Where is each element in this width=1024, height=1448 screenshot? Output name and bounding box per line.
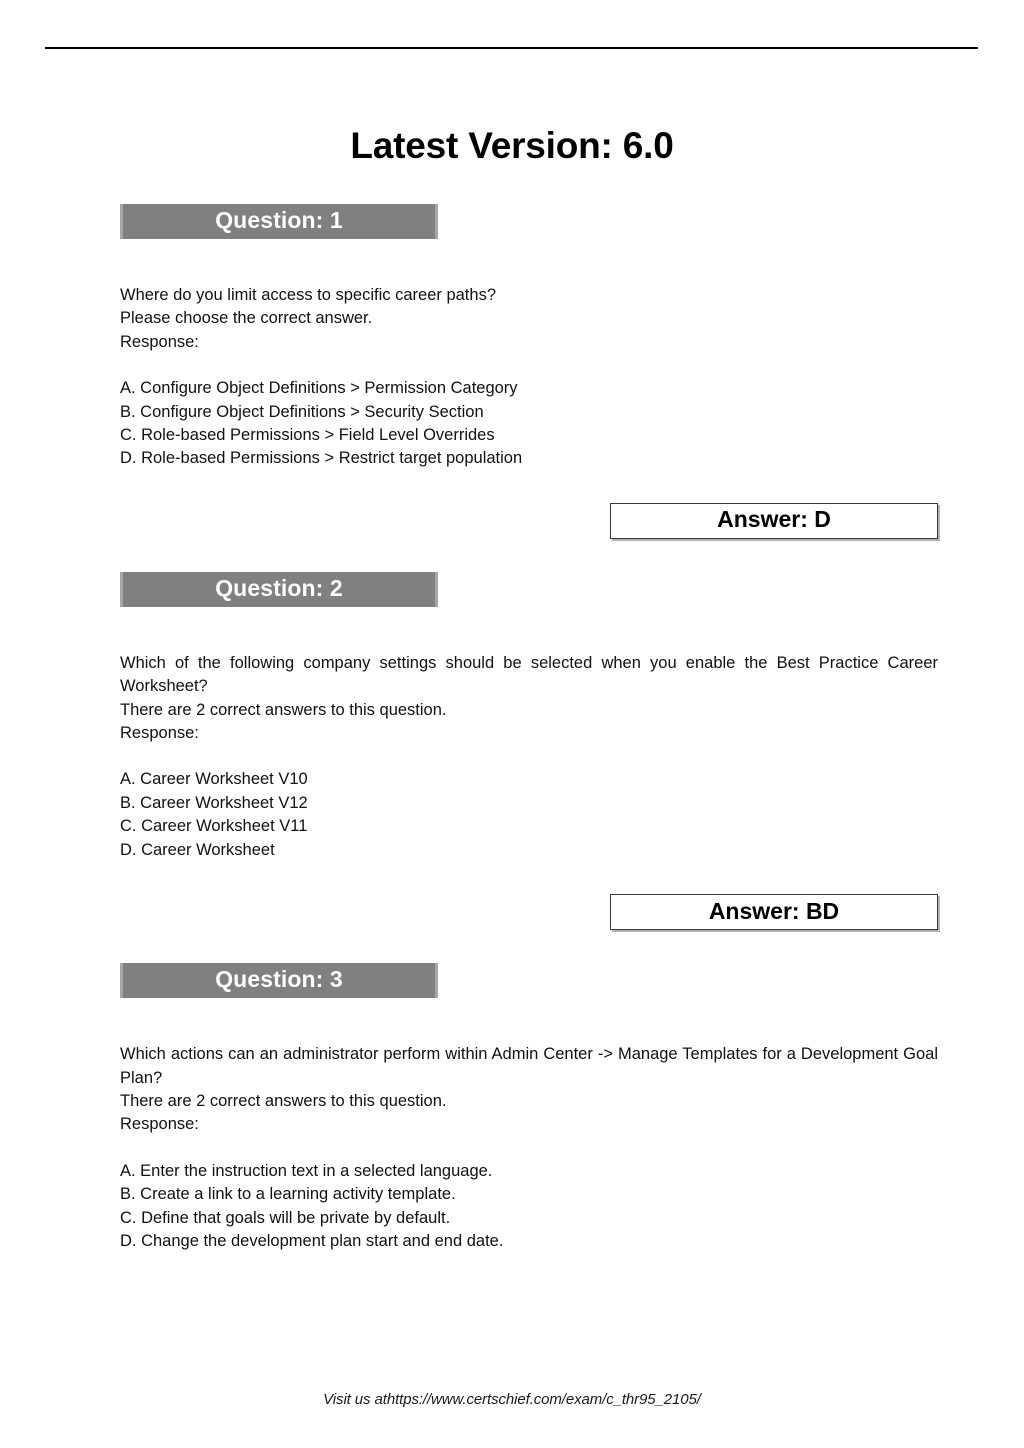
question-banner-2: Question: 2 — [120, 571, 438, 607]
question-instruction: There are 2 correct answers to this ques… — [120, 700, 447, 719]
answer-row-2: Answer: BD — [120, 894, 938, 931]
option-a: A. Configure Object Definitions > Permis… — [120, 379, 518, 398]
option-d: D. Role-based Permissions > Restrict tar… — [120, 449, 523, 468]
question-body-3: Which actions can an administrator perfo… — [120, 1043, 938, 1253]
question-stem: Which actions can an administrator perfo… — [120, 1045, 938, 1087]
option-d: D. Change the development plan start and… — [120, 1231, 504, 1250]
response-label: Response: — [120, 1115, 199, 1134]
option-b: B. Career Worksheet V12 — [120, 793, 308, 812]
question-instruction: Please choose the correct answer. — [120, 309, 373, 328]
document-page: Latest Version: 6.0 Question: 1 Where do… — [0, 0, 1024, 1448]
question-block-3: Question: 3 Which actions can an adminis… — [120, 963, 938, 1253]
answer-box: Answer: D — [610, 502, 938, 539]
option-d: D. Career Worksheet — [120, 840, 275, 859]
footer-link[interactable]: Visit us athttps://www.certschief.com/ex… — [0, 1391, 1024, 1408]
question-stem: Which of the following company settings … — [120, 653, 938, 696]
option-a: A. Career Worksheet V10 — [120, 770, 308, 789]
option-b: B. Create a link to a learning activity … — [120, 1185, 456, 1204]
options-spacer — [120, 354, 938, 377]
options-spacer — [120, 1137, 938, 1160]
response-label: Response: — [120, 724, 199, 743]
answer-box: Answer: BD — [610, 894, 938, 931]
answer-label: Answer: D — [717, 506, 831, 533]
question-stem: Where do you limit access to specific ca… — [120, 286, 496, 304]
question-body-2: Which of the following company settings … — [120, 652, 938, 862]
response-label: Response: — [120, 332, 199, 351]
option-list: A. Configure Object Definitions > Permis… — [120, 377, 938, 471]
answer-row-1: Answer: D — [120, 502, 938, 539]
answer-label: Answer: BD — [708, 897, 840, 924]
question-body-1: Where do you limit access to specific ca… — [120, 284, 938, 471]
option-b: B. Configure Object Definitions > Securi… — [120, 402, 484, 421]
options-spacer — [120, 745, 938, 768]
question-banner-3: Question: 3 — [120, 963, 438, 999]
question-banner-label: Question: 2 — [215, 574, 343, 601]
option-list: A. Enter the instruction text in a selec… — [120, 1160, 938, 1254]
question-block-1: Question: 1 Where do you limit access to… — [120, 204, 938, 572]
question-banner-label: Question: 1 — [215, 207, 343, 233]
question-block-2: Question: 2 Which of the following compa… — [120, 571, 938, 963]
option-list: A. Career Worksheet V10 B. Career Worksh… — [120, 768, 938, 862]
option-c: C. Career Worksheet V11 — [120, 817, 308, 836]
question-banner-label: Question: 3 — [215, 966, 343, 993]
option-c: C. Define that goals will be private by … — [120, 1208, 451, 1227]
page-title: Latest Version: 6.0 — [350, 125, 674, 166]
question-instruction: There are 2 correct answers to this ques… — [120, 1091, 447, 1110]
option-c: C. Role-based Permissions > Field Level … — [120, 426, 495, 445]
header-divider — [45, 47, 978, 49]
questions-container: Question: 1 Where do you limit access to… — [120, 204, 938, 1253]
option-a: A. Enter the instruction text in a selec… — [120, 1161, 493, 1180]
question-banner-1: Question: 1 — [120, 204, 438, 239]
